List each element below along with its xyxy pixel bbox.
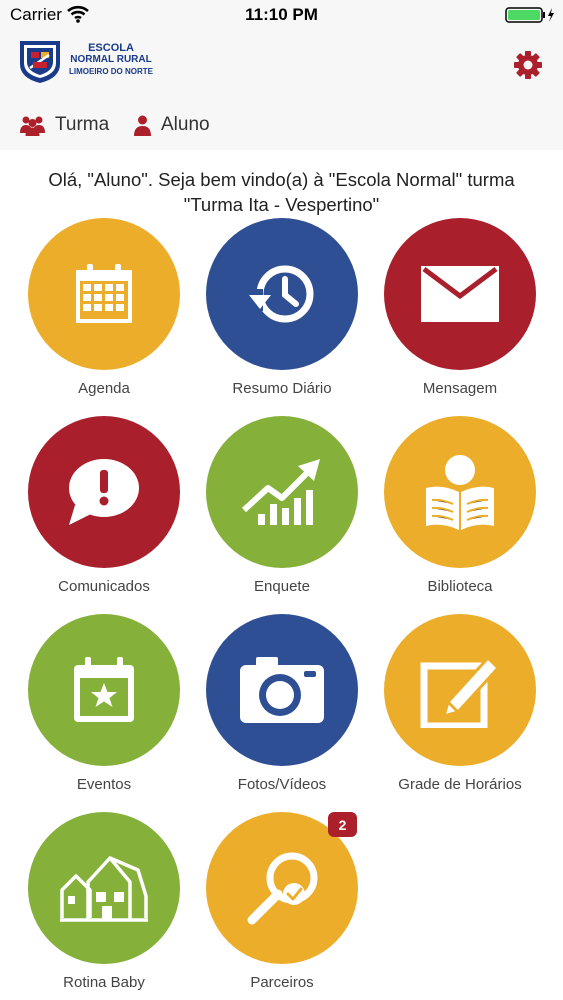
menu-item-biblioteca[interactable]: Biblioteca [375,416,545,595]
menu-item-label: Enquete [254,578,310,595]
battery-icon [505,7,554,23]
history-icon [247,265,314,323]
menu-item-label: Comunicados [58,578,150,595]
menu-circle[interactable] [206,218,358,370]
menu-item-eventos[interactable]: Eventos [19,614,189,793]
menu-circle[interactable] [28,218,180,370]
app-header: ESCOLA NORMAL RURAL LIMOEIRO DO NORTE Tu… [0,30,563,150]
menu-item-label: Resumo Diário [232,380,332,397]
logo-line-3: LIMOEIRO DO NORTE [69,67,153,76]
reader-book-icon [426,455,494,530]
menu-item-label: Agenda [78,380,130,397]
status-bar: Carrier 11:10 PM [0,0,563,30]
menu-circle[interactable]: 2 [206,812,358,964]
menu-item-label: Eventos [76,776,132,793]
nav-aluno-label: Aluno [161,114,210,135]
menu-item-label: Fotos/Vídeos [237,776,327,793]
nav-aluno[interactable]: Aluno [134,110,210,140]
calendar-star-icon [74,657,134,722]
menu-circle[interactable] [28,812,180,964]
menu-item-comunicados[interactable]: Comunicados [19,416,189,595]
menu-circle[interactable] [206,614,358,766]
menu-circle[interactable] [206,416,358,568]
envelope-icon [421,266,499,322]
menu-item-fotos-videos[interactable]: Fotos/Vídeos [197,614,367,793]
camera-icon [240,657,324,723]
nav-turma-label: Turma [55,114,110,135]
menu-circle[interactable] [384,416,536,568]
menu-item-label: Parceiros [250,974,314,991]
menu-item-agenda[interactable]: Agenda [19,218,189,397]
menu-circle[interactable] [28,416,180,568]
menu-item-label: Biblioteca [427,578,493,595]
welcome-message: Olá, "Aluno". Seja bem vindo(a) à "Escol… [0,167,563,217]
gear-icon[interactable] [513,50,543,80]
school-crest-icon [20,41,60,83]
school-logo: ESCOLA NORMAL RURAL LIMOEIRO DO NORTE [19,40,159,84]
menu-item-parceiros[interactable]: 2 Parceiros [197,812,367,991]
clock: 11:10 PM [245,5,318,24]
user-icon [134,115,151,136]
houses-icon [60,856,148,922]
menu-circle[interactable] [384,218,536,370]
group-icon [20,116,45,136]
menu-item-rotina-baby[interactable]: Rotina Baby [19,812,189,991]
welcome-line-2: "Turma Ita - Vespertino" [183,194,380,215]
menu-item-mensagem[interactable]: Mensagem [375,218,545,397]
welcome-line-1: Olá, "Aluno". Seja bem vindo(a) à "Escol… [48,169,515,190]
menu-item-grade-de-horarios[interactable]: Grade de Horários [375,614,545,793]
chart-growth-icon [242,459,320,525]
notification-badge: 2 [328,812,357,837]
logo-line-2: NORMAL RURAL [70,54,152,65]
menu-item-label: Grade de Horários [398,776,522,793]
menu-circle[interactable] [28,614,180,766]
calendar-icon [76,264,132,323]
nav-turma[interactable]: Turma [20,110,109,140]
logo-line-1: ESCOLA [88,42,134,54]
menu-item-enquete[interactable]: Enquete [197,416,367,595]
menu-item-resumo-diario[interactable]: Resumo Diário [197,218,367,397]
menu-item-label: Mensagem [422,380,498,397]
alert-bubble-icon [69,459,139,525]
menu-circle[interactable] [384,614,536,766]
search-check-icon [247,852,318,925]
menu-item-label: Rotina Baby [63,974,145,991]
edit-pencil-icon [420,655,500,728]
